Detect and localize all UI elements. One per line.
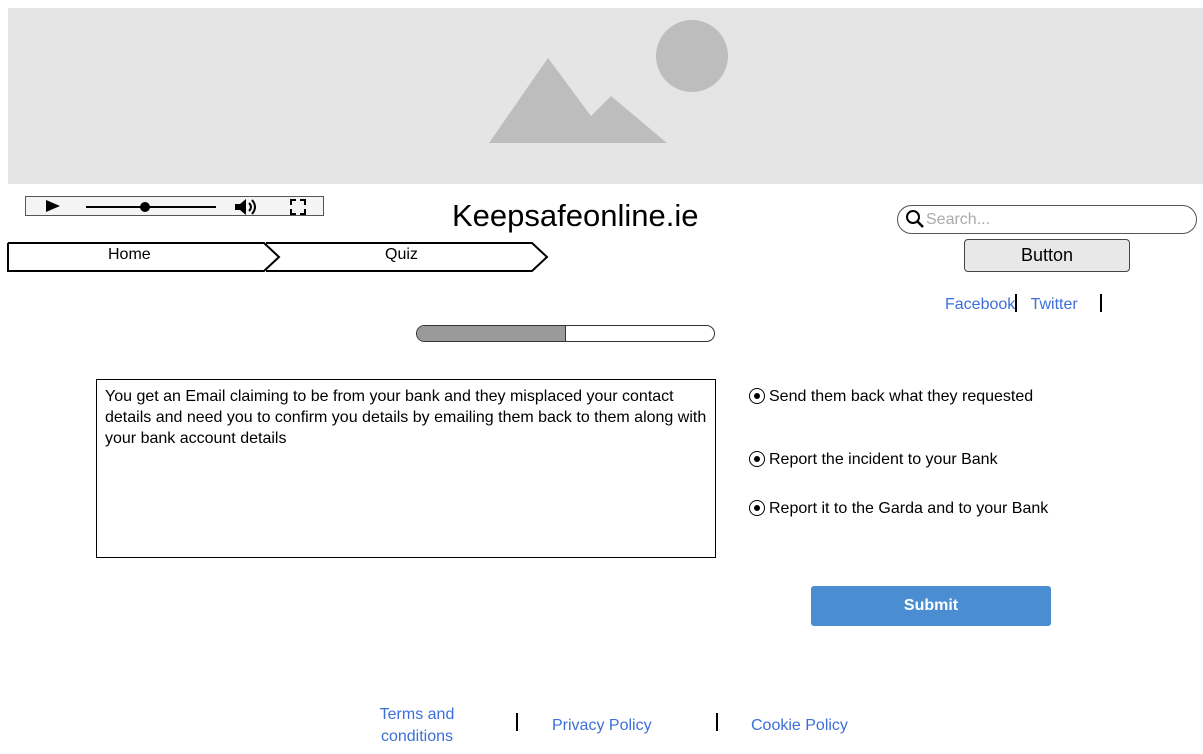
seek-track[interactable] — [86, 206, 216, 208]
breadcrumb-arrows — [7, 242, 549, 272]
twitter-link[interactable]: Twitter — [1031, 296, 1078, 313]
quiz-progress-bar — [416, 325, 715, 342]
radio-button[interactable] — [749, 388, 765, 404]
fullscreen-icon[interactable] — [289, 198, 307, 216]
site-title: Keepsafeonline.ie — [452, 198, 699, 233]
answer-option-2[interactable]: Report the incident to your Bank — [749, 451, 998, 469]
social-separator — [1099, 294, 1102, 312]
play-icon[interactable] — [46, 200, 60, 212]
answer-option-1[interactable]: Send them back what they requested — [749, 388, 1033, 406]
social-links: Facebook Twitter — [945, 294, 1102, 314]
answer-label: Report the incident to your Bank — [769, 451, 998, 468]
submit-button[interactable]: Submit — [811, 586, 1051, 626]
terms-link[interactable]: Terms and conditions — [365, 704, 469, 748]
question-box: You get an Email claiming to be from you… — [96, 379, 716, 558]
radio-button[interactable] — [749, 451, 765, 467]
footer-separator — [516, 713, 518, 731]
privacy-link[interactable]: Privacy Policy — [552, 715, 652, 737]
video-player[interactable] — [25, 196, 324, 216]
breadcrumb-quiz[interactable]: Quiz — [385, 246, 418, 264]
volume-icon[interactable] — [233, 198, 261, 216]
facebook-link[interactable]: Facebook — [945, 296, 1015, 313]
answer-option-3[interactable]: Report it to the Garda and to your Bank — [749, 500, 1048, 518]
quiz-progress-fill — [417, 326, 566, 341]
search-box[interactable] — [897, 205, 1197, 234]
search-input[interactable] — [926, 210, 1176, 230]
radio-button[interactable] — [749, 500, 765, 516]
hero-image — [8, 8, 1203, 184]
social-separator — [1015, 294, 1018, 312]
cookie-link[interactable]: Cookie Policy — [751, 715, 848, 737]
answer-label: Send them back what they requested — [769, 388, 1034, 405]
breadcrumb: Home Quiz — [0, 241, 560, 272]
image-placeholder-icon — [489, 20, 728, 143]
footer-separator — [716, 713, 718, 731]
breadcrumb-home[interactable]: Home — [108, 246, 151, 264]
header-button[interactable]: Button — [964, 239, 1130, 272]
search-icon — [906, 210, 924, 228]
seek-thumb[interactable] — [139, 202, 150, 212]
answer-label: Report it to the Garda and to your Bank — [769, 500, 1049, 517]
